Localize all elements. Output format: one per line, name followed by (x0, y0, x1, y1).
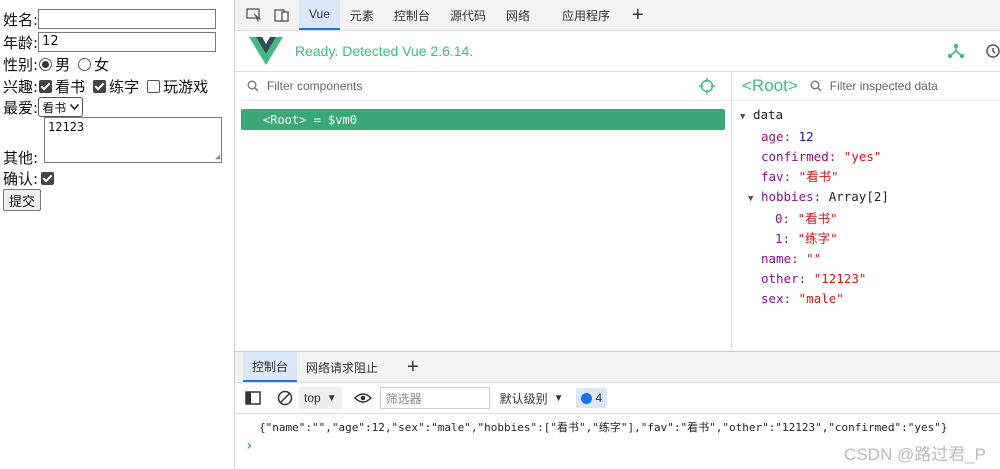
eye-icon[interactable] (353, 392, 372, 404)
message-icon (580, 392, 592, 404)
console-filter-input[interactable]: 筛选器 (379, 387, 490, 409)
hobby-label: 兴趣: (3, 77, 39, 96)
tab-application[interactable]: 应用程序 (552, 0, 620, 30)
other-textarea[interactable]: 12123 ◢ (44, 117, 222, 163)
tree-row-age[interactable]: age: 12 (740, 127, 889, 147)
hobby-label-reading: 看书 (55, 77, 86, 96)
search-icon (810, 80, 822, 92)
fav-select[interactable]: 看书 (38, 97, 84, 117)
expand-down-icon[interactable]: ▼ (740, 112, 745, 122)
inspector-header: <Root> Filter inspected data (732, 72, 1000, 101)
device-toolbar-icon[interactable] (273, 7, 291, 23)
root-component-row[interactable]: <Root> = $vm0 (241, 109, 725, 130)
data-tree: ▼ data age: 12 confirmed: "yes" fav: "看书… (740, 105, 889, 309)
vue-form: 姓名: 年龄: 12 性别: 男 女 兴趣: 看书 练字 玩游戏 最爱: 看书 … (0, 0, 234, 468)
drawer-tab-request-blocking[interactable]: 网络请求阻止 (297, 352, 387, 382)
context-selector[interactable]: top ▼ (299, 387, 342, 409)
tree-row-other[interactable]: other: "12123" (740, 269, 889, 289)
log-level-dropdown[interactable]: 默认级别 ▼ (500, 390, 564, 407)
other-row: 其他: (3, 146, 38, 168)
vue-status-bar: Ready. Detected Vue 2.6.14. (235, 31, 1000, 72)
inspector-title: <Root> (742, 76, 798, 95)
tree-row-fav[interactable]: fav: "看书" (740, 167, 889, 187)
watermark: CSDN @路过君_P (844, 445, 986, 464)
tab-sources[interactable]: 源代码 (440, 0, 496, 30)
vue-logo-icon (249, 37, 283, 65)
clear-console-icon[interactable] (277, 390, 293, 406)
tree-row-hobbies[interactable]: ▼ hobbies: Array[2] (740, 187, 889, 209)
hobby-label-games: 玩游戏 (163, 77, 209, 96)
fav-select-value: 看书 (42, 100, 67, 115)
confirm-row: 确认: (3, 167, 57, 189)
tree-row-name[interactable]: name: "" (740, 249, 889, 269)
age-row: 年龄: 12 (3, 31, 217, 53)
tab-console[interactable]: 控制台 (384, 0, 440, 30)
tree-row-data[interactable]: ▼ data (740, 105, 889, 127)
log-level-value: 默认级别 (499, 391, 548, 406)
tree-row-hobby-1[interactable]: 1: "练字" (740, 229, 889, 249)
inspector-pane: <Root> Filter inspected data ▼ data age:… (732, 72, 1000, 350)
age-label: 年龄: (3, 33, 39, 52)
add-drawer-tab-icon[interactable]: + (407, 356, 419, 379)
other-textarea-value: 12123 (48, 120, 85, 134)
fav-label: 最爱: (3, 98, 39, 117)
component-filter-placeholder: Filter components (267, 79, 363, 93)
message-count: 4 (595, 391, 603, 405)
sidebar-toggle-icon[interactable] (245, 391, 261, 405)
submit-button[interactable]: 提交 (3, 189, 42, 211)
fav-row: 最爱: 看书 (3, 96, 84, 118)
hobby-checkbox-reading[interactable] (39, 79, 53, 93)
confirm-checkbox[interactable] (41, 171, 55, 185)
sex-row: 性别: 男 女 (3, 53, 109, 75)
dropdown-arrow-icon: ▼ (326, 392, 337, 404)
name-input[interactable] (38, 9, 217, 29)
confirm-label: 确认: (3, 169, 39, 188)
tab-network[interactable]: 网络 (496, 0, 540, 30)
name-row: 姓名: (3, 8, 217, 30)
target-select-icon[interactable] (699, 78, 715, 94)
sex-radio-male[interactable] (39, 57, 53, 71)
hobby-checkbox-calligraphy[interactable] (93, 79, 107, 93)
tab-elements[interactable]: 元素 (340, 0, 384, 30)
message-count-badge[interactable]: 4 (575, 388, 608, 408)
components-pane: Filter components <Root> = $vm0 (235, 72, 732, 350)
context-value: top (304, 391, 321, 405)
resize-handle-icon[interactable]: ◢ (215, 152, 220, 161)
tree-row-confirmed[interactable]: confirmed: "yes" (740, 147, 889, 167)
dropdown-arrow-icon: ▼ (553, 392, 564, 404)
tree-row-hobby-0[interactable]: 0: "看书" (740, 209, 889, 229)
hobby-row: 兴趣: 看书 练字 玩游戏 (3, 75, 208, 97)
other-label: 其他: (3, 148, 39, 167)
component-filter[interactable]: Filter components (235, 72, 731, 101)
tree-row-sex[interactable]: sex: "male" (740, 289, 889, 309)
history-icon[interactable] (983, 43, 1000, 59)
console-drawer-tabs: 控制台 网络请求阻止 + (235, 352, 1000, 383)
data-section-label: data (752, 107, 784, 122)
sex-option-male: 男 (55, 55, 71, 74)
tab-vue[interactable]: Vue (299, 0, 340, 30)
name-label: 姓名: (3, 10, 39, 29)
age-input[interactable]: 12 (38, 32, 217, 52)
components-tree-icon[interactable] (947, 43, 965, 59)
hobby-checkbox-games[interactable] (147, 79, 161, 93)
search-icon (247, 80, 259, 92)
sex-option-female: 女 (94, 55, 110, 74)
devtools-panel: Vue 元素 控制台 源代码 网络 应用程序 + Ready. Detected… (234, 0, 1000, 468)
hobby-label-calligraphy: 练字 (109, 77, 140, 96)
add-tab-icon[interactable]: + (632, 4, 644, 27)
vue-status-text: Ready. Detected Vue 2.6.14. (295, 43, 474, 59)
sex-radio-female[interactable] (78, 57, 92, 71)
sex-label: 性别: (3, 55, 39, 74)
inspector-filter-input[interactable]: Filter inspected data (830, 79, 938, 93)
expand-down-icon[interactable]: ▼ (748, 194, 753, 204)
chevron-down-icon (70, 104, 80, 110)
console-output-line: {"name":"","age":12,"sex":"male","hobbie… (259, 421, 948, 434)
console-prompt-icon[interactable]: › (245, 438, 253, 454)
inspect-element-icon[interactable] (245, 7, 263, 23)
console-toolbar: top ▼ 筛选器 默认级别 ▼ 4 (235, 383, 1000, 414)
drawer-tab-console[interactable]: 控制台 (243, 352, 298, 382)
devtools-tabbar: Vue 元素 控制台 源代码 网络 应用程序 + (235, 0, 1000, 31)
